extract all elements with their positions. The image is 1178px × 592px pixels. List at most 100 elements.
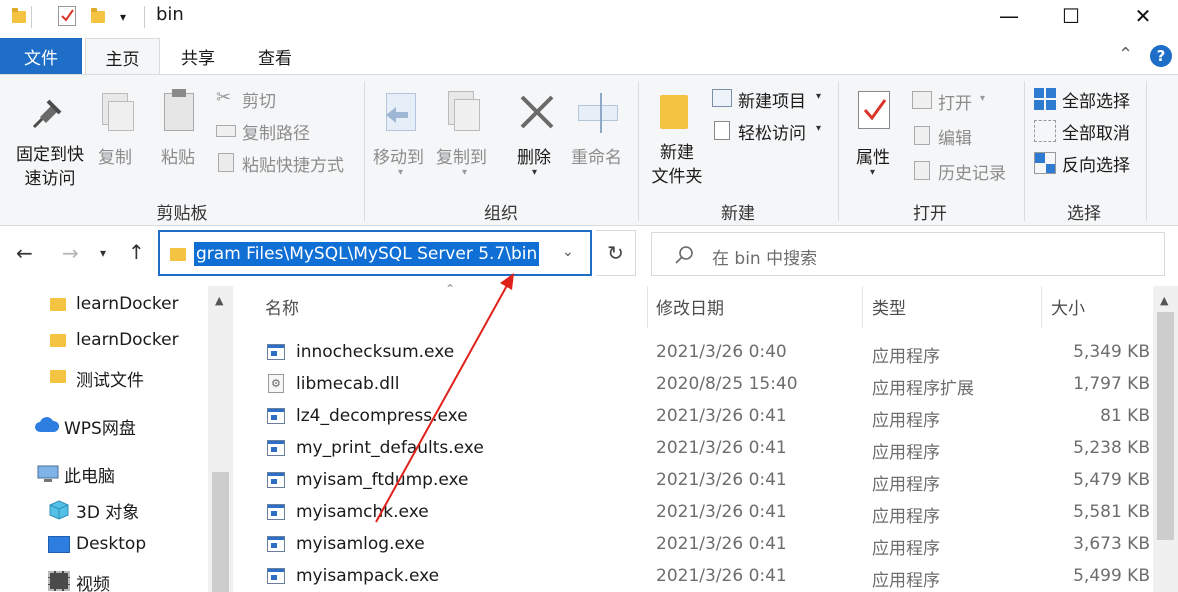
select-none-button[interactable]: 全部取消	[1034, 119, 1154, 144]
select-all-button[interactable]: 全部选择	[1034, 87, 1154, 112]
cursor-icon	[600, 93, 602, 133]
help-icon[interactable]: ?	[1150, 45, 1172, 67]
paste-button[interactable]: 粘贴	[154, 79, 204, 175]
copy-path-icon	[216, 125, 236, 137]
cloud-icon	[35, 417, 60, 432]
file-date: 2021/3/26 0:41	[656, 406, 787, 426]
column-header-size[interactable]: 大小	[1051, 294, 1085, 319]
file-row[interactable]: myisamchk.exe 2021/3/26 0:41 应用程序 5,581 …	[233, 496, 1153, 528]
column-separator[interactable]	[647, 286, 648, 328]
new-folder-quick-icon[interactable]	[91, 8, 105, 23]
properties-quick-icon[interactable]	[58, 6, 76, 26]
nav-item-test-files[interactable]: 测试文件	[0, 359, 208, 395]
file-row[interactable]: innochecksum.exe 2021/3/26 0:40 应用程序 5,3…	[233, 336, 1153, 368]
easy-access-button[interactable]: 轻松访问 ▾	[712, 119, 832, 144]
file-size: 81 KB	[1100, 406, 1150, 426]
file-row[interactable]: myisamlog.exe 2021/3/26 0:41 应用程序 3,673 …	[233, 528, 1153, 560]
new-item-button[interactable]: 新建项目 ▾	[712, 87, 832, 112]
up-button[interactable]: ↑	[128, 240, 145, 264]
nav-item-desktop[interactable]: Desktop	[0, 527, 208, 563]
file-row[interactable]: my_print_defaults.exe 2021/3/26 0:41 应用程…	[233, 432, 1153, 464]
scrollbar-thumb[interactable]	[212, 472, 229, 592]
copy-to-label: 复制到	[436, 148, 487, 168]
file-row[interactable]: lz4_decompress.exe 2021/3/26 0:41 应用程序 8…	[233, 400, 1153, 432]
chevron-down-icon: ▾	[532, 167, 538, 178]
open-label: 打开	[938, 94, 972, 114]
paste-shortcut-button[interactable]: 粘贴快捷方式	[216, 151, 356, 176]
search-box[interactable]: 在 bin 中搜索	[651, 232, 1165, 276]
minimize-button[interactable]: —	[978, 0, 1040, 32]
desktop-icon	[48, 536, 70, 553]
edit-icon	[914, 126, 930, 145]
column-separator[interactable]	[1041, 286, 1042, 328]
scissors-icon: ✂	[216, 87, 232, 108]
file-type: 应用程序	[872, 571, 940, 591]
group-label-clipboard: 剪贴板	[156, 204, 208, 224]
pin-to-quick-access-button[interactable]: 固定到快 速访问	[6, 79, 90, 191]
maximize-button[interactable]: ☐	[1040, 0, 1102, 32]
select-all-label: 全部选择	[1062, 92, 1130, 112]
rename-button[interactable]: 重命名	[568, 79, 632, 175]
file-size: 5,479 KB	[1073, 470, 1150, 490]
invert-selection-button[interactable]: 反向选择	[1034, 151, 1154, 176]
exe-icon	[267, 440, 285, 456]
file-list-scrollbar[interactable]: ▲	[1153, 286, 1178, 592]
clipboard-clip	[172, 89, 186, 97]
collapse-ribbon-icon[interactable]: ⌃	[1118, 44, 1133, 65]
address-bar[interactable]: gram Files\MySQL\MySQL Server 5.7\bin ⌄	[158, 230, 592, 276]
nav-item-learndocker-1[interactable]: learnDocker	[0, 287, 208, 323]
edit-button[interactable]: 编辑	[912, 124, 1022, 149]
close-button[interactable]: ✕	[1112, 0, 1174, 32]
history-icon	[914, 161, 930, 180]
back-button[interactable]: ←	[16, 241, 33, 265]
new-folder-button[interactable]: 新建 文件夹	[644, 79, 708, 187]
file-type: 应用程序	[872, 507, 940, 527]
new-item-label: 新建项目	[738, 92, 806, 112]
file-row[interactable]: myisam_ftdump.exe 2021/3/26 0:41 应用程序 5,…	[233, 464, 1153, 496]
history-button[interactable]: 历史记录	[912, 159, 1022, 184]
copy-to-button[interactable]: 复制到 ▾	[432, 79, 498, 187]
forward-button[interactable]: →	[62, 241, 79, 265]
cut-button[interactable]: ✂ 剪切	[216, 87, 316, 112]
column-header-name[interactable]: 名称	[265, 294, 299, 319]
recent-locations-icon[interactable]: ▾	[100, 246, 106, 260]
customize-quick-access-icon[interactable]: ▾	[120, 10, 126, 24]
chevron-down-icon[interactable]: ⌄	[562, 244, 574, 260]
scroll-up-icon[interactable]: ▲	[1160, 294, 1168, 307]
pin-label: 固定到快 速访问	[16, 145, 84, 189]
delete-button[interactable]: 删除 ▾	[510, 79, 564, 187]
properties-button[interactable]: 属性 ▾	[848, 79, 902, 187]
nav-item-learndocker-2[interactable]: learnDocker	[0, 323, 208, 359]
group-label-new: 新建	[721, 204, 755, 224]
refresh-button[interactable]: ↻	[596, 230, 636, 276]
nav-item-wps-cloud[interactable]: WPS网盘	[0, 407, 208, 443]
nav-item-3d-objects[interactable]: 3D 对象	[0, 491, 208, 527]
tab-file[interactable]: 文件	[0, 38, 82, 74]
nav-item-label: 3D 对象	[76, 503, 140, 523]
nav-scrollbar[interactable]: ▲	[208, 286, 233, 592]
scroll-up-icon[interactable]: ▲	[215, 294, 223, 307]
tab-home[interactable]: 主页	[85, 38, 160, 75]
tab-view[interactable]: 查看	[236, 38, 314, 74]
copy-icon-back	[108, 101, 134, 131]
move-to-button[interactable]: 移动到 ▾	[370, 79, 432, 187]
nav-item-videos[interactable]: 视频	[0, 563, 208, 592]
open-button[interactable]: 打开 ▾	[912, 89, 1022, 114]
file-row[interactable]: libmecab.dll 2020/8/25 15:40 应用程序扩展 1,79…	[233, 368, 1153, 400]
tab-share[interactable]: 共享	[160, 38, 236, 74]
column-header-type[interactable]: 类型	[872, 294, 906, 319]
file-row[interactable]: myisampack.exe 2021/3/26 0:41 应用程序 5,499…	[233, 560, 1153, 592]
copy-path-button[interactable]: 复制路径	[216, 119, 336, 144]
sort-ascending-icon: ⌃	[445, 282, 456, 296]
copy-button[interactable]: 复制	[94, 79, 140, 175]
address-path[interactable]: gram Files\MySQL\MySQL Server 5.7\bin	[194, 242, 540, 266]
file-date: 2021/3/26 0:41	[656, 438, 787, 458]
file-type: 应用程序	[872, 347, 940, 367]
group-separator	[1146, 81, 1147, 221]
column-separator[interactable]	[862, 286, 863, 328]
column-header-date[interactable]: 修改日期	[656, 294, 724, 319]
dll-icon	[268, 374, 284, 393]
nav-item-this-pc[interactable]: 此电脑	[0, 455, 208, 491]
file-size: 3,673 KB	[1073, 534, 1150, 554]
scrollbar-thumb[interactable]	[1157, 312, 1174, 540]
